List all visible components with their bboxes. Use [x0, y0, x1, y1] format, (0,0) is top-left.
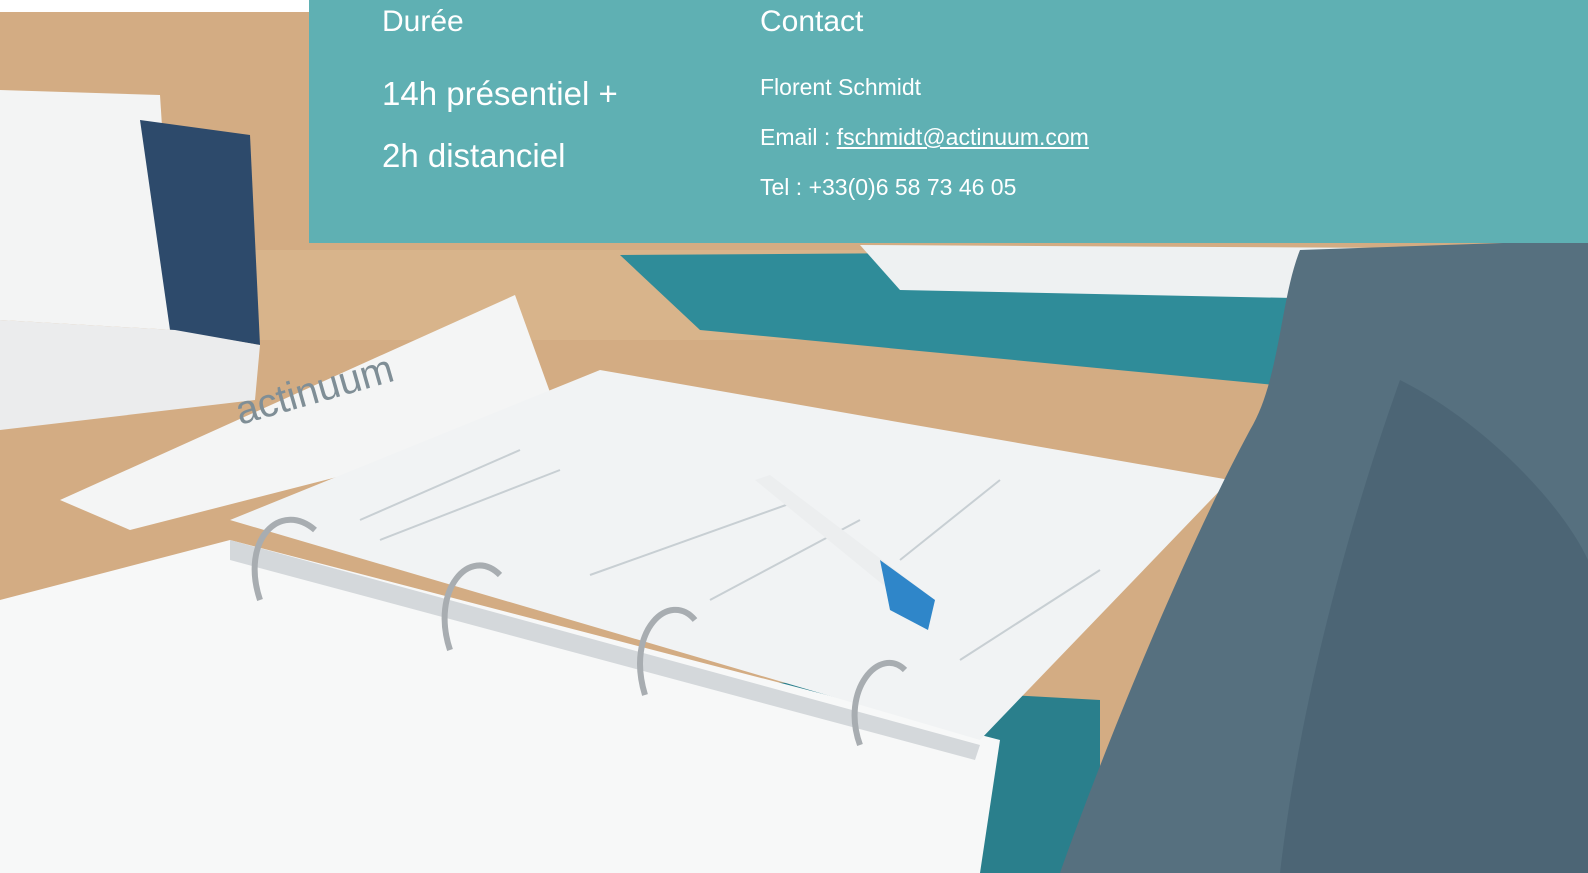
email-link[interactable]: fschmidt@actinuum.com [837, 124, 1089, 150]
info-panel: Durée 14h présentiel + 2h distanciel Con… [309, 0, 1588, 243]
duration-line: 2h distanciel [382, 137, 566, 174]
duration-line: 14h présentiel + [382, 75, 618, 112]
contact-email-row: Email : fschmidt@actinuum.com [760, 112, 1089, 162]
email-label: Email : [760, 124, 837, 150]
top-left-white-strip [0, 0, 309, 12]
duration-column: Durée 14h présentiel + 2h distanciel [382, 0, 618, 187]
contact-phone: Tel : +33(0)6 58 73 46 05 [760, 174, 1017, 200]
contact-name: Florent Schmidt [760, 74, 922, 100]
duration-heading: Durée [382, 5, 464, 38]
contact-column: Contact Florent Schmidt Email : fschmidt… [760, 0, 1089, 212]
contact-heading: Contact [760, 5, 864, 38]
